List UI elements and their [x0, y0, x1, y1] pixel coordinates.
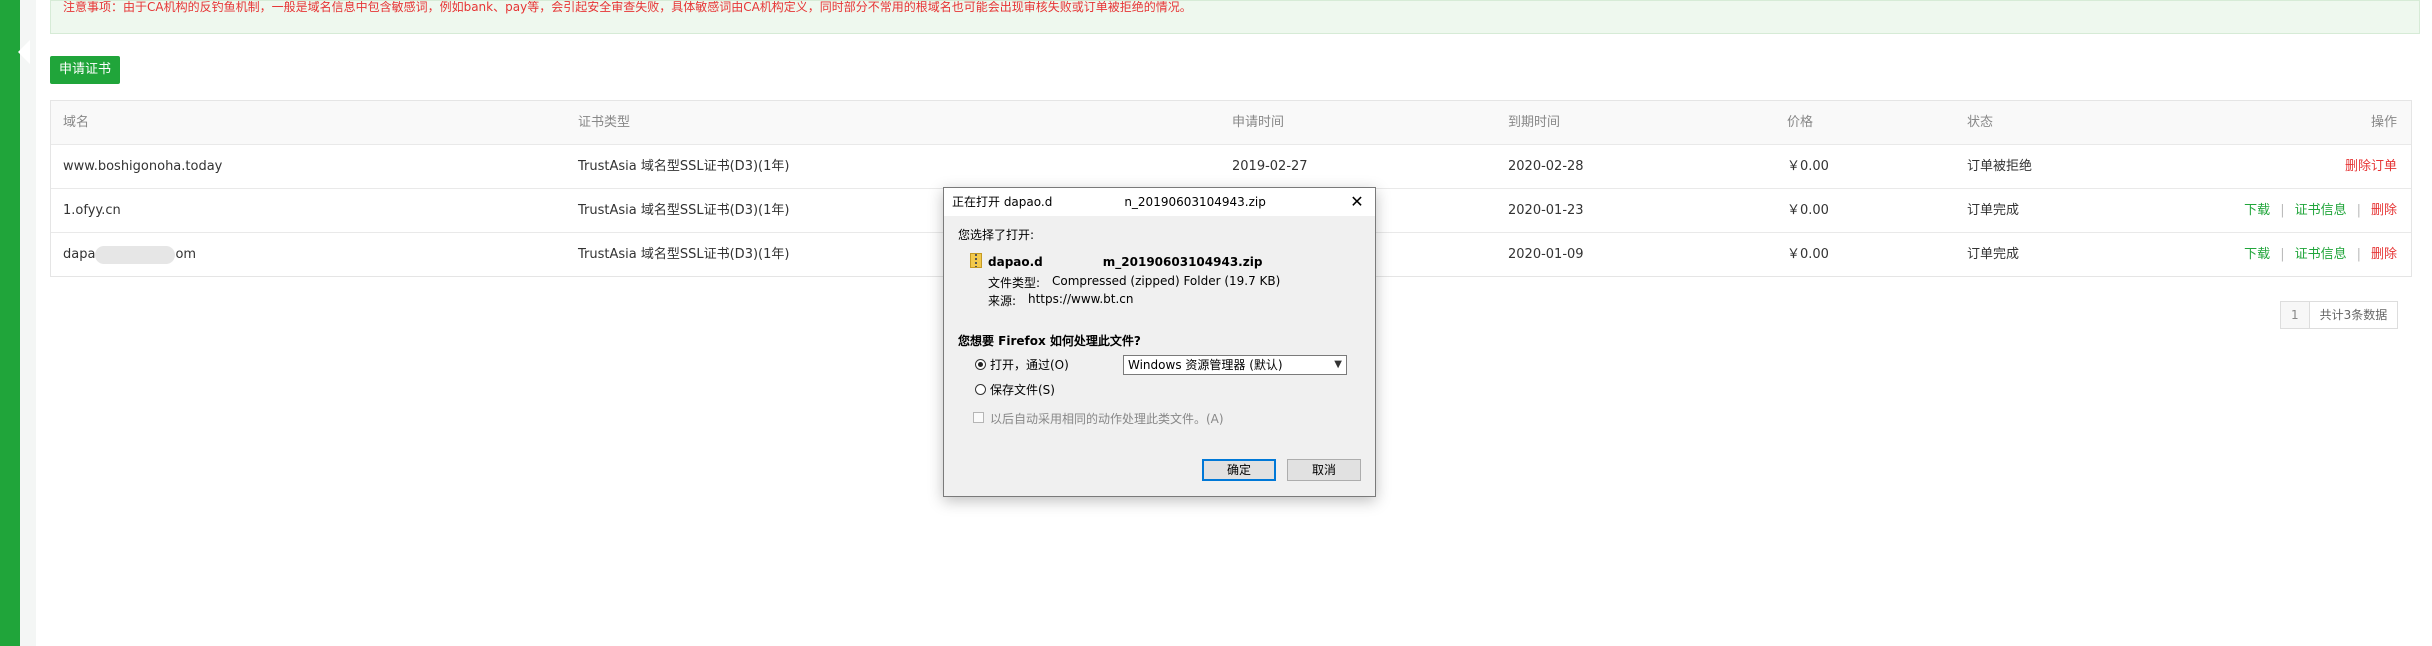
- cell-status: 订单被拒绝: [1967, 159, 2033, 174]
- dialog-title-bar: 正在打开 dapao.d n_20190603104943.zip ✕: [944, 188, 1375, 216]
- cell-apply-time: 2019-02-27: [1232, 159, 1308, 174]
- delete-link[interactable]: 删除: [2371, 247, 2397, 262]
- auto-action-checkbox[interactable]: [973, 412, 984, 423]
- header-actions: 操作: [2370, 115, 2397, 130]
- zip-folder-icon: [970, 253, 982, 268]
- file-type-value: Compressed (zipped) Folder (19.7 KB): [1052, 274, 1281, 288]
- separator: |: [2356, 247, 2361, 262]
- domain-suffix: om: [175, 247, 197, 262]
- header-apply-time: 申请时间: [1232, 115, 1285, 130]
- dialog-title: 正在打开 dapao.d n_20190603104943.zip: [952, 195, 1266, 209]
- cell-domain: dapa om: [63, 233, 196, 276]
- cell-price: ￥0.00: [1787, 247, 1829, 262]
- pagination: 1 共计3条数据: [2280, 301, 2399, 329]
- header-domain: 域名: [63, 115, 90, 130]
- open-with-select[interactable]: Windows 资源管理器 (默认) ▼: [1123, 355, 1347, 375]
- save-file-label: 保存文件(S): [990, 383, 1055, 397]
- delete-order-link[interactable]: 删除订单: [2345, 159, 2397, 174]
- cell-domain: www.boshigonoha.today: [63, 159, 223, 174]
- cancel-button[interactable]: 取消: [1287, 459, 1361, 481]
- cell-cert-type: TrustAsia 域名型SSL证书(D3)(1年): [578, 159, 790, 174]
- download-link[interactable]: 下载: [2244, 203, 2270, 218]
- open-with-radio[interactable]: [975, 359, 986, 370]
- cell-domain: 1.ofyy.cn: [63, 203, 121, 218]
- chosen-label: 您选择了打开:: [958, 228, 1035, 242]
- cell-actions: 下载 | 证书信息 | 删除: [2244, 189, 2397, 232]
- sidebar-collapse-arrow-icon[interactable]: [18, 40, 30, 64]
- cert-info-link[interactable]: 证书信息: [2295, 247, 2347, 262]
- cell-price: ￥0.00: [1787, 203, 1829, 218]
- table-header: 域名 证书类型 申请时间 到期时间 价格 状态 操作: [51, 101, 2411, 145]
- separator: |: [2280, 247, 2285, 262]
- handling-question: 您想要 Firefox 如何处理此文件?: [958, 334, 1141, 348]
- redacted-blur: [95, 245, 176, 264]
- cert-info-link[interactable]: 证书信息: [2295, 203, 2347, 218]
- save-file-radio[interactable]: [975, 384, 986, 395]
- header-status: 状态: [1967, 115, 1994, 130]
- left-sidebar-strip: [0, 0, 20, 646]
- cell-status: 订单完成: [1967, 247, 2020, 262]
- header-expire-time: 到期时间: [1508, 115, 1561, 130]
- separator: |: [2356, 203, 2361, 218]
- table-row: www.boshigonoha.today TrustAsia 域名型SSL证书…: [51, 145, 2411, 189]
- chevron-down-icon: ▼: [1334, 359, 1342, 370]
- delete-link[interactable]: 删除: [2371, 203, 2397, 218]
- header-price: 价格: [1787, 115, 1814, 130]
- cell-price: ￥0.00: [1787, 159, 1829, 174]
- auto-action-label: 以后自动采用相同的动作处理此类文件。(A): [990, 412, 1224, 426]
- domain-prefix: dapa: [63, 247, 96, 262]
- total-count: 共计3条数据: [2319, 308, 2388, 322]
- separator: |: [2280, 203, 2285, 218]
- cell-actions: 删除订单: [2345, 145, 2397, 188]
- cell-cert-type: TrustAsia 域名型SSL证书(D3)(1年): [578, 247, 790, 262]
- cell-actions: 下载 | 证书信息 | 删除: [2244, 233, 2397, 276]
- cell-expire-time: 2020-01-23: [1508, 203, 1584, 218]
- source-label: 来源:: [988, 294, 1017, 308]
- source-value: https://www.bt.cn: [1028, 292, 1134, 306]
- ok-button[interactable]: 确定: [1202, 459, 1276, 481]
- file-open-dialog: 正在打开 dapao.d n_20190603104943.zip ✕ 您选择了…: [943, 187, 1376, 497]
- cell-expire-time: 2020-01-09: [1508, 247, 1584, 262]
- download-link[interactable]: 下载: [2244, 247, 2270, 262]
- open-with-label: 打开，通过(O): [990, 358, 1069, 372]
- header-cert-type: 证书类型: [578, 115, 631, 130]
- file-name: dapao.d m_20190603104943.zip: [988, 255, 1263, 269]
- apply-certificate-button[interactable]: 申请证书: [50, 56, 120, 84]
- page-number[interactable]: 1: [2281, 302, 2310, 328]
- close-icon[interactable]: ✕: [1345, 190, 1369, 214]
- notice-banner: 注意事项：由于CA机构的反钓鱼机制，一般是域名信息中包含敏感词，例如bank、p…: [50, 0, 2420, 34]
- file-type-label: 文件类型:: [988, 276, 1041, 290]
- open-with-value: Windows 资源管理器 (默认): [1128, 358, 1283, 372]
- cell-status: 订单完成: [1967, 203, 2020, 218]
- cell-cert-type: TrustAsia 域名型SSL证书(D3)(1年): [578, 203, 790, 218]
- cell-expire-time: 2020-02-28: [1508, 159, 1584, 174]
